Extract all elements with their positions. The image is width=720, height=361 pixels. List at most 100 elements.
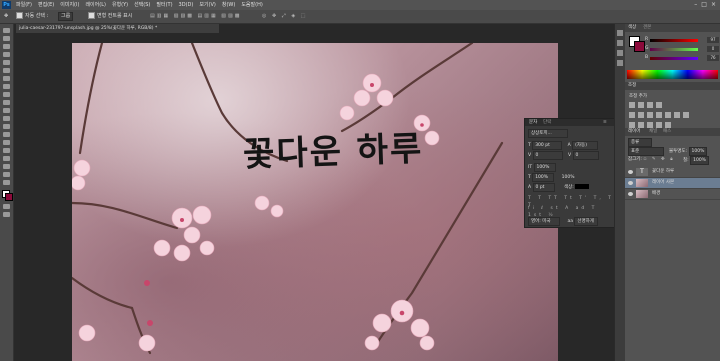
- shape-tool-icon[interactable]: [3, 164, 10, 169]
- opacity-field[interactable]: 100%: [688, 147, 708, 156]
- brightness-icon[interactable]: [629, 102, 635, 108]
- character-panel-icon[interactable]: [617, 50, 623, 56]
- healing-brush-tool-icon[interactable]: [3, 76, 10, 81]
- baseline-field[interactable]: 0 pt: [532, 183, 555, 192]
- vibrance-icon[interactable]: [629, 112, 635, 118]
- close-button[interactable]: ×: [711, 0, 716, 10]
- black-white-icon[interactable]: [656, 112, 662, 118]
- font-size-field[interactable]: 300 pt: [532, 141, 563, 150]
- opentype-buttons[interactable]: fi ℓ st A ad T 1st ½: [528, 205, 614, 218]
- kerning-field[interactable]: 0: [532, 151, 563, 160]
- menu-item[interactable]: 보기(V): [199, 0, 216, 10]
- tab-layers[interactable]: 레이어: [628, 128, 640, 136]
- brush-tool-icon[interactable]: [3, 84, 10, 89]
- properties-panel-icon[interactable]: [617, 40, 623, 46]
- leading-field[interactable]: (자동): [572, 141, 599, 150]
- visibility-eye-icon[interactable]: [628, 192, 633, 196]
- eraser-tool-icon[interactable]: [3, 108, 10, 113]
- history-brush-tool-icon[interactable]: [3, 100, 10, 105]
- visibility-eye-icon[interactable]: [628, 170, 633, 174]
- antialias-dropdown[interactable]: 선명하게: [574, 217, 599, 226]
- menu-item[interactable]: 창(W): [222, 0, 235, 10]
- clone-stamp-tool-icon[interactable]: [3, 92, 10, 97]
- tab-swatches[interactable]: 견본: [643, 24, 651, 32]
- zoom-tool-icon[interactable]: [3, 180, 10, 185]
- paragraph-panel-icon[interactable]: [617, 60, 623, 66]
- marquee-tool-icon[interactable]: [3, 36, 10, 41]
- exposure-icon[interactable]: [656, 102, 662, 108]
- layer-row[interactable]: 레이어 사본: [625, 178, 720, 189]
- tab-paragraph[interactable]: 단락: [541, 119, 553, 126]
- auto-select-dropdown[interactable]: 그룹: [58, 12, 74, 21]
- rgb-g-slider[interactable]: [650, 48, 698, 51]
- panel-background-swatch[interactable]: [634, 41, 645, 52]
- document-tab[interactable]: julia-caesar-231797-unsplash.jpg @ 25%(꽃…: [16, 24, 219, 33]
- vertical-scale-field[interactable]: 100%: [533, 163, 556, 172]
- rgb-r-value[interactable]: 97: [707, 37, 719, 43]
- panel-menu-icon[interactable]: ≡: [601, 119, 609, 126]
- menu-item[interactable]: 필터(T): [156, 0, 172, 10]
- tab-channels[interactable]: 채널: [649, 128, 657, 136]
- 3d-mode-icons[interactable]: ◎ ✥ ⤢ ◈ ⬚: [262, 12, 307, 21]
- pen-tool-icon[interactable]: [3, 140, 10, 145]
- screen-mode-icon[interactable]: [3, 212, 10, 217]
- rgb-b-slider[interactable]: [650, 57, 698, 60]
- lasso-tool-icon[interactable]: [3, 44, 10, 49]
- menu-item[interactable]: 도움말(H): [241, 0, 262, 10]
- minimize-button[interactable]: –: [694, 0, 697, 10]
- visibility-eye-icon[interactable]: [628, 181, 633, 185]
- auto-select-checkbox[interactable]: [16, 12, 23, 19]
- color-lookup-icon[interactable]: [683, 112, 689, 118]
- photo-filter-icon[interactable]: [665, 112, 671, 118]
- history-panel-icon[interactable]: [617, 30, 623, 36]
- text-color-swatch[interactable]: [575, 184, 590, 189]
- levels-icon[interactable]: [638, 102, 644, 108]
- layer-row[interactable]: 배경: [625, 189, 720, 200]
- menu-item[interactable]: 유형(Y): [112, 0, 128, 10]
- dodge-tool-icon[interactable]: [3, 132, 10, 137]
- tab-paths[interactable]: 패스: [663, 128, 671, 136]
- hand-tool-icon[interactable]: [3, 172, 10, 177]
- color-balance-icon[interactable]: [647, 112, 653, 118]
- blend-mode-dropdown[interactable]: 표준: [628, 147, 664, 156]
- maximize-button[interactable]: □: [701, 0, 707, 10]
- blur-tool-icon[interactable]: [3, 124, 10, 129]
- menu-item[interactable]: 3D(D): [179, 0, 194, 10]
- menu-item[interactable]: 편집(E): [38, 0, 54, 10]
- lock-icons[interactable]: ▫ ✎ ✥ 🔒︎: [643, 157, 674, 162]
- path-select-tool-icon[interactable]: [3, 156, 10, 161]
- type-tool-icon[interactable]: [3, 148, 10, 153]
- tab-character[interactable]: 문자: [527, 119, 539, 126]
- layer-row[interactable]: T 꽃다운 하루: [625, 167, 720, 178]
- menu-item[interactable]: 레이어(L): [85, 0, 106, 10]
- menu-item[interactable]: 파일(F): [16, 0, 32, 10]
- tab-adjustments[interactable]: 조정: [628, 82, 636, 90]
- move-tool-icon[interactable]: ✥: [4, 12, 8, 21]
- rgb-b-value[interactable]: 76: [707, 55, 719, 61]
- color-spectrum-ramp[interactable]: [627, 70, 718, 79]
- move-tool-icon[interactable]: [3, 28, 10, 33]
- eyedropper-tool-icon[interactable]: [3, 68, 10, 73]
- horizontal-scale-field-2[interactable]: 100%: [562, 175, 575, 180]
- background-color-swatch[interactable]: [5, 193, 13, 201]
- quick-select-tool-icon[interactable]: [3, 52, 10, 57]
- canvas-image[interactable]: [72, 43, 558, 361]
- tab-color[interactable]: 색상: [628, 24, 636, 32]
- horizontal-scale-field[interactable]: 100%: [532, 173, 555, 182]
- faux-style-buttons[interactable]: T T TT Tt T' T, T T: [528, 195, 614, 208]
- canvas-headline-text[interactable]: 꽃다운 하루: [242, 121, 424, 176]
- crop-tool-icon[interactable]: [3, 60, 10, 65]
- layer-kind-filter[interactable]: 종류: [628, 138, 652, 147]
- tracking-field[interactable]: 0: [572, 151, 599, 160]
- fill-field[interactable]: 100%: [690, 156, 709, 165]
- transform-controls-checkbox[interactable]: [88, 12, 95, 19]
- menu-item[interactable]: 선택(S): [134, 0, 150, 10]
- align-icons[interactable]: ▤▥▦ ▧▨▩ ▤▥▦ ▧▨▩: [150, 12, 241, 21]
- hue-saturation-icon[interactable]: [638, 112, 644, 118]
- language-dropdown[interactable]: 영어: 미국: [528, 217, 560, 226]
- rgb-g-value[interactable]: 0: [707, 46, 719, 52]
- rgb-r-slider[interactable]: [650, 39, 698, 42]
- channel-mixer-icon[interactable]: [674, 112, 680, 118]
- gradient-tool-icon[interactable]: [3, 116, 10, 121]
- menu-item[interactable]: 이미지(I): [60, 0, 79, 10]
